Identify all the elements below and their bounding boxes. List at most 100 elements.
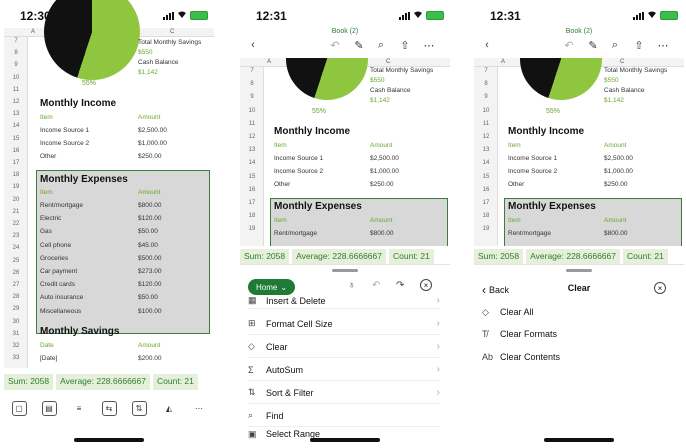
- column-a-header[interactable]: A: [31, 29, 35, 35]
- close-icon[interactable]: ×: [654, 282, 666, 294]
- menu-autosum[interactable]: Σ AutoSum ›: [248, 359, 440, 381]
- spreadsheet-grid[interactable]: A B C 78910111213141516171819 Total Mont…: [474, 58, 684, 246]
- row-number[interactable]: 17: [240, 200, 264, 206]
- spreadsheet-grid[interactable]: A B C 7891011121314151617181920212223242…: [4, 0, 214, 368]
- row-number[interactable]: 12: [474, 134, 498, 140]
- menu-clear-contents[interactable]: Ab Clear Contents: [482, 346, 674, 368]
- close-icon[interactable]: ×: [420, 279, 432, 291]
- row-number[interactable]: 9: [474, 94, 498, 100]
- row-number[interactable]: 16: [4, 148, 28, 154]
- row-number[interactable]: 14: [240, 160, 264, 166]
- insert-row-icon[interactable]: ⇅: [131, 400, 147, 416]
- row-number[interactable]: 11: [4, 87, 28, 93]
- row-number[interactable]: 18: [474, 213, 498, 219]
- row-number[interactable]: 29: [4, 306, 28, 312]
- row-number[interactable]: 8: [4, 50, 28, 56]
- row-number[interactable]: 10: [474, 108, 498, 114]
- column-c-header[interactable]: C: [386, 59, 390, 65]
- row-number[interactable]: 25: [4, 258, 28, 264]
- row-number[interactable]: 15: [4, 136, 28, 142]
- row-number[interactable]: 16: [240, 187, 264, 193]
- menu-clear-formats[interactable]: T̸ Clear Formats: [482, 323, 674, 345]
- row-number[interactable]: 10: [240, 108, 264, 114]
- column-c-header[interactable]: C: [620, 59, 624, 65]
- sheet-grabber[interactable]: [566, 269, 592, 272]
- row-number[interactable]: 12: [240, 134, 264, 140]
- column-a-header[interactable]: A: [501, 59, 505, 65]
- row-number[interactable]: 7: [4, 38, 28, 44]
- undo-icon[interactable]: ↶: [328, 38, 342, 52]
- row-number[interactable]: 27: [4, 282, 28, 288]
- menu-format-cell-size[interactable]: ⊞ Format Cell Size ›: [248, 313, 440, 335]
- undo-icon[interactable]: ↶: [372, 280, 380, 291]
- row-number[interactable]: 21: [4, 209, 28, 215]
- row-number[interactable]: 13: [4, 111, 28, 117]
- row-number[interactable]: 13: [240, 147, 264, 153]
- row-number[interactable]: 9: [4, 62, 28, 68]
- row-number[interactable]: 31: [4, 331, 28, 337]
- freeze-panes-icon[interactable]: ▤: [41, 400, 57, 416]
- spreadsheet-grid[interactable]: A B C 78910111213141516171819 Total Mont…: [240, 58, 450, 246]
- lightbulb-icon[interactable]: ♁: [348, 280, 356, 291]
- more-icon[interactable]: ⋯: [422, 38, 436, 52]
- share-icon[interactable]: ⇧: [398, 38, 412, 52]
- row-number[interactable]: 10: [4, 75, 28, 81]
- sheet-icon[interactable]: ▢: [11, 400, 27, 416]
- row-number[interactable]: 7: [240, 68, 264, 74]
- row-number[interactable]: 11: [240, 121, 264, 127]
- column-a-header[interactable]: A: [267, 59, 271, 65]
- row-number[interactable]: 26: [4, 270, 28, 276]
- row-number[interactable]: 15: [240, 174, 264, 180]
- row-number[interactable]: 30: [4, 319, 28, 325]
- document-title[interactable]: Book (2): [474, 28, 684, 35]
- row-number[interactable]: 18: [4, 172, 28, 178]
- fill-color-icon[interactable]: ◭: [162, 401, 177, 416]
- undo-icon[interactable]: ↶: [562, 38, 576, 52]
- menu-clear[interactable]: ◇ Clear ›: [248, 336, 440, 358]
- row-number[interactable]: 18: [240, 213, 264, 219]
- row-number[interactable]: 19: [4, 184, 28, 190]
- row-number[interactable]: 11: [474, 121, 498, 127]
- filter-icon[interactable]: ≡: [72, 401, 87, 416]
- search-icon[interactable]: ⌕: [374, 38, 388, 52]
- row-number[interactable]: 28: [4, 294, 28, 300]
- row-number[interactable]: 24: [4, 245, 28, 251]
- income-item: Income Source 2: [40, 140, 90, 147]
- row-number[interactable]: 17: [4, 160, 28, 166]
- back-chevron-icon[interactable]: ‹: [246, 38, 260, 52]
- row-number[interactable]: 16: [474, 187, 498, 193]
- row-number[interactable]: 8: [240, 81, 264, 87]
- row-number[interactable]: 32: [4, 343, 28, 349]
- more-icon[interactable]: ⋯: [192, 401, 207, 416]
- row-number[interactable]: 22: [4, 221, 28, 227]
- row-number[interactable]: 14: [4, 123, 28, 129]
- row-number[interactable]: 13: [474, 147, 498, 153]
- row-number[interactable]: 7: [474, 68, 498, 74]
- row-number[interactable]: 12: [4, 99, 28, 105]
- sheet-grabber[interactable]: [332, 269, 358, 272]
- more-icon[interactable]: ⋯: [656, 38, 670, 52]
- row-number[interactable]: 9: [240, 94, 264, 100]
- back-chevron-icon[interactable]: ‹: [480, 38, 494, 52]
- menu-clear-all[interactable]: ◇ Clear All: [482, 301, 674, 323]
- row-number[interactable]: 15: [474, 174, 498, 180]
- row-number[interactable]: 14: [474, 160, 498, 166]
- row-number[interactable]: 33: [4, 355, 28, 361]
- pen-icon[interactable]: ✎: [352, 38, 366, 52]
- row-number[interactable]: 19: [240, 226, 264, 232]
- row-number[interactable]: 17: [474, 200, 498, 206]
- menu-find[interactable]: ⌕ Find: [248, 405, 440, 427]
- redo-icon[interactable]: ↷: [396, 280, 404, 291]
- row-number[interactable]: 8: [474, 81, 498, 87]
- column-c-header[interactable]: C: [170, 29, 174, 35]
- menu-sort-filter[interactable]: ⇅ Sort & Filter ›: [248, 382, 440, 404]
- pen-icon[interactable]: ✎: [586, 38, 600, 52]
- share-icon[interactable]: ⇧: [632, 38, 646, 52]
- document-title[interactable]: Book (2): [240, 28, 450, 35]
- menu-insert-delete[interactable]: ▦ Insert & Delete ›: [248, 293, 440, 309]
- row-number[interactable]: 23: [4, 233, 28, 239]
- search-icon[interactable]: ⌕: [608, 38, 622, 52]
- row-number[interactable]: 20: [4, 197, 28, 203]
- row-number[interactable]: 19: [474, 226, 498, 232]
- insert-column-icon[interactable]: ⇆: [101, 400, 117, 416]
